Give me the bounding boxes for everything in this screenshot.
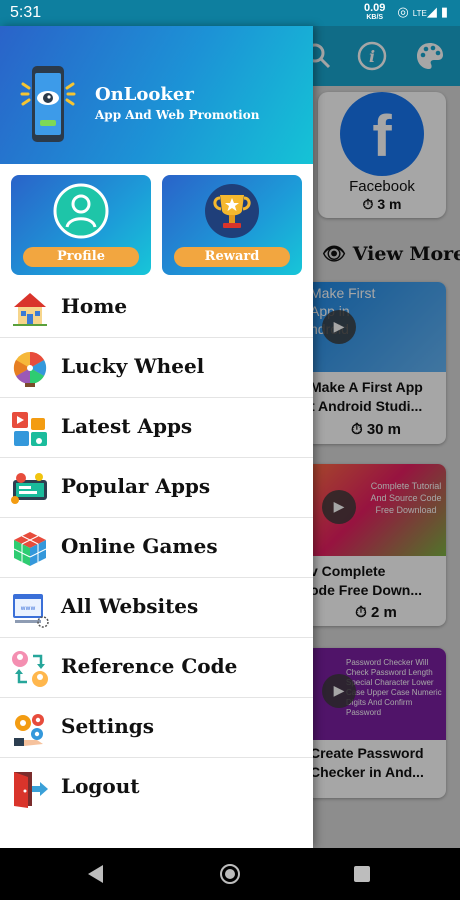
menu-item-label: Logout (61, 774, 140, 798)
menu-item-label: Latest Apps (61, 414, 193, 438)
home-button-icon[interactable] (220, 864, 240, 884)
home-icon (13, 293, 47, 326)
lte-label: LTE (412, 9, 427, 18)
navigation-drawer: OnLooker App And Web Promotion Profile R… (0, 26, 313, 848)
menu-item-online-games[interactable]: Online Games (0, 518, 313, 578)
logout-icon (14, 772, 48, 808)
settings-icon (14, 714, 44, 746)
reference-code-icon (12, 651, 48, 687)
battery-icon: ▮ (440, 4, 452, 19)
menu-item-popular-apps[interactable]: Popular Apps (0, 458, 313, 518)
hotspot-icon: ◎ (397, 4, 413, 19)
menu-item-home[interactable]: Home (0, 278, 313, 338)
menu-item-label: Reference Code (61, 654, 238, 678)
profile-tile[interactable]: Profile (11, 175, 151, 275)
reward-tile-label: Reward (174, 247, 290, 267)
menu-item-label: Settings (61, 714, 155, 738)
menu-item-label: Online Games (61, 534, 218, 558)
drawer-header: OnLooker App And Web Promotion (0, 26, 313, 164)
menu-item-latest-apps[interactable]: Latest Apps (0, 398, 313, 458)
menu-item-label: Home (61, 294, 128, 318)
popular-apps-icon (11, 473, 47, 504)
menu-item-label: Lucky Wheel (61, 354, 205, 378)
menu-item-settings[interactable]: Settings (0, 698, 313, 758)
menu-item-all-websites[interactable]: www All Websites (0, 578, 313, 638)
recent-apps-icon[interactable] (354, 866, 370, 882)
trophy-icon (205, 184, 259, 238)
lucky-wheel-icon (13, 351, 47, 387)
menu-item-label: All Websites (61, 594, 199, 618)
signal-icon: ◢ (426, 4, 441, 19)
status-time: 5:31 (10, 4, 42, 21)
reward-tile[interactable]: Reward (162, 175, 302, 275)
profile-tile-label: Profile (23, 247, 139, 267)
latest-apps-icon (12, 412, 47, 446)
menu-item-lucky-wheel[interactable]: Lucky Wheel (0, 338, 313, 398)
status-icons: ◎LTE◢▮ (397, 4, 452, 20)
back-icon[interactable] (88, 865, 103, 883)
drawer-menu: Home Lucky Wheel Latest Apps Popular App… (0, 278, 313, 818)
app-tagline: App And Web Promotion (95, 108, 260, 122)
svg-text:www: www (21, 605, 36, 612)
system-navigation-bar (0, 848, 460, 900)
network-speed: 0.09 KB/S (364, 3, 385, 23)
profile-icon (53, 183, 109, 239)
app-logo-icon (20, 66, 76, 142)
status-bar: 5:31 0.09 KB/S ◎LTE◢▮ (0, 0, 460, 26)
menu-item-label: Popular Apps (61, 474, 211, 498)
menu-item-reference-code[interactable]: Reference Code (0, 638, 313, 698)
app-name: OnLooker (95, 84, 194, 105)
menu-item-logout[interactable]: Logout (0, 758, 313, 818)
network-speed-unit: KB/S (366, 14, 384, 21)
online-games-icon (13, 532, 47, 566)
websites-icon: www (13, 594, 49, 628)
